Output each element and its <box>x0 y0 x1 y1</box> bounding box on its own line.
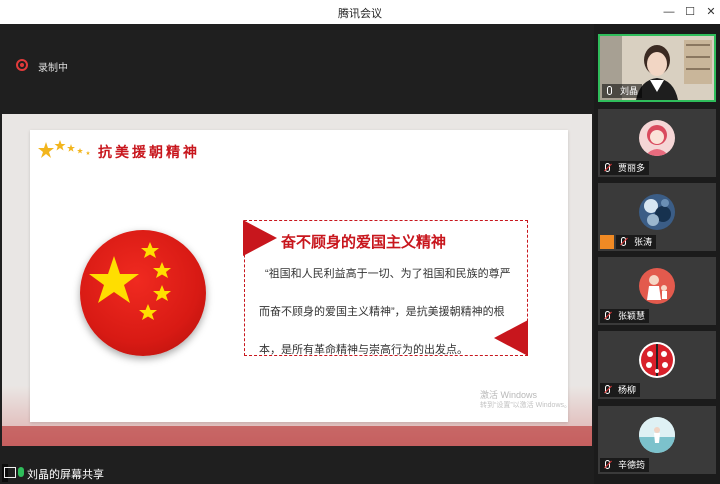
minimize-button[interactable]: — <box>660 3 678 21</box>
participant-name: 张颖慧 <box>618 311 646 321</box>
participant-name-tag: 贾丽多 <box>600 161 650 175</box>
participant-name: 杨柳 <box>618 385 637 395</box>
participant-sidebar: 刘晶 贾丽多 张涛 张颖慧 杨柳 辛德筠 <box>594 24 720 484</box>
mic-muted-icon <box>605 460 610 469</box>
recording-label: 录制中 <box>38 63 68 74</box>
china-flag-ball-icon <box>80 230 206 356</box>
raise-hand-icon <box>600 235 614 249</box>
shared-screen-area: 录制中 抗美援朝精神 奋不顾身的爱国主义精神 “祖国和人民利益高于一切、为了祖国… <box>0 24 594 484</box>
participant-tile-1[interactable]: 刘晶 <box>598 34 716 102</box>
quote-box: 奋不顾身的爱国主义精神 “祖国和人民利益高于一切、为了祖国和民族的尊严 而奋不顾… <box>243 220 528 356</box>
participant-name-tag: 辛德筠 <box>600 458 650 472</box>
participant-tile-2[interactable]: 贾丽多 <box>598 109 716 177</box>
screen-share-label: 刘晶的屏幕共享 <box>2 464 104 482</box>
screen-share-owner: 刘晶的屏幕共享 <box>27 469 104 481</box>
quote-line-2: 而奋不顾身的爱国主义精神”，是抗美援朝精神的根 <box>259 306 505 318</box>
avatar-icon <box>639 194 675 230</box>
participant-tile-5[interactable]: 杨柳 <box>598 331 716 399</box>
quote-arrow-right-icon <box>494 320 528 356</box>
slide-card: 抗美援朝精神 奋不顾身的爱国主义精神 “祖国和人民利益高于一切、为了祖国和民族的… <box>30 130 572 422</box>
participant-name-tag: 张涛 <box>616 235 657 249</box>
title-bar: 腾讯会议 — ☐ ✕ <box>0 0 720 24</box>
avatar-icon <box>639 120 675 156</box>
presentation-slide: 抗美援朝精神 奋不顾身的爱国主义精神 “祖国和人民利益高于一切、为了祖国和民族的… <box>2 114 592 446</box>
participant-name: 张涛 <box>634 237 653 247</box>
participant-name-tag: 张颖慧 <box>600 309 650 323</box>
mic-on-icon <box>607 86 612 95</box>
record-icon <box>16 59 28 71</box>
quote-line-1: “祖国和人民利益高于一切、为了祖国和民族的尊严 <box>265 268 511 280</box>
screen-share-icon <box>4 467 16 478</box>
participant-tile-4[interactable]: 张颖慧 <box>598 257 716 325</box>
window-title: 腾讯会议 <box>338 8 382 20</box>
participant-name: 贾丽多 <box>618 163 646 173</box>
mic-muted-icon <box>605 163 610 172</box>
mic-muted-icon <box>621 237 626 246</box>
stars-icon <box>38 140 90 158</box>
quote-arrow-left-icon <box>243 220 277 256</box>
quote-line-3: 本，是所有革命精神与崇高行为的出发点。 <box>259 344 468 356</box>
participant-name-tag: 杨柳 <box>600 383 641 397</box>
mic-on-icon <box>18 467 24 477</box>
mic-muted-icon <box>605 311 610 320</box>
avatar-icon <box>639 342 675 378</box>
slide-background-band <box>2 426 592 446</box>
participant-name-tag: 刘晶 <box>602 84 643 98</box>
windows-watermark-subtitle: 转到“设置”以激活 Windows。 <box>480 402 572 409</box>
slide-heading: 抗美援朝精神 <box>98 144 200 160</box>
participant-tile-6[interactable]: 辛德筠 <box>598 406 716 474</box>
close-button[interactable]: ✕ <box>702 3 720 21</box>
participant-name: 刘晶 <box>620 86 639 96</box>
quote-title: 奋不顾身的爱国主义精神 <box>281 234 447 251</box>
avatar-icon <box>639 417 675 453</box>
participant-name: 辛德筠 <box>618 460 646 470</box>
maximize-button[interactable]: ☐ <box>681 3 699 21</box>
mic-muted-icon <box>605 385 610 394</box>
avatar-icon <box>639 268 675 304</box>
participant-tile-3[interactable]: 张涛 <box>598 183 716 251</box>
